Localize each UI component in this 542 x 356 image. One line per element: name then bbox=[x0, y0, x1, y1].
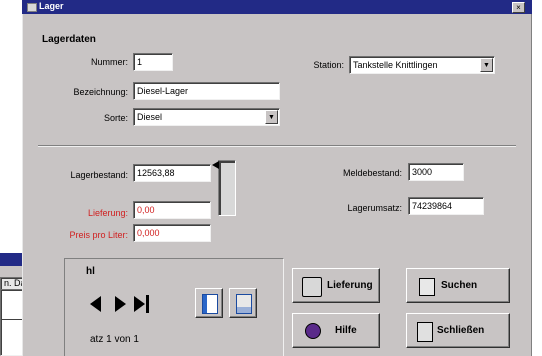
lieferung-label: Lieferung: bbox=[87, 208, 128, 218]
close-button[interactable]: × bbox=[512, 2, 525, 13]
last-record-button[interactable] bbox=[134, 296, 145, 312]
preis-label: Preis pro Liter: bbox=[69, 230, 128, 240]
nummer-field[interactable]: 1 bbox=[133, 53, 173, 71]
schliessen-button-label: Schließen bbox=[437, 325, 485, 336]
record-counter: atz 1 von 1 bbox=[90, 334, 139, 345]
app-icon bbox=[27, 3, 37, 12]
lieferung-button-label: Lieferung bbox=[327, 280, 373, 291]
new-record-button[interactable] bbox=[195, 288, 223, 318]
lagerumsatz-field[interactable]: 74239864 bbox=[408, 197, 484, 215]
window-title: Lager bbox=[39, 1, 64, 11]
meldebestand-label: Meldebestand: bbox=[342, 168, 402, 178]
chevron-down-icon[interactable]: ▼ bbox=[265, 110, 278, 124]
station-select[interactable]: Tankstelle Knittlingen ▼ bbox=[349, 56, 495, 74]
hilfe-button-label: Hilfe bbox=[335, 325, 357, 336]
clipboard-icon bbox=[236, 294, 252, 314]
lagerbestand-label: Lagerbestand: bbox=[70, 170, 128, 180]
suchen-button-label: Suchen bbox=[441, 280, 478, 291]
suchen-button[interactable]: Suchen bbox=[406, 268, 510, 303]
sorte-select[interactable]: Diesel ▼ bbox=[133, 108, 280, 126]
lagerbestand-field[interactable]: 12563,88 bbox=[133, 164, 211, 182]
close-icon: × bbox=[516, 3, 521, 12]
section-divider bbox=[38, 145, 516, 147]
delivery-icon bbox=[302, 277, 322, 297]
lieferung-button[interactable]: Lieferung bbox=[292, 268, 380, 303]
arrow-left-icon bbox=[212, 161, 219, 169]
station-label: Station: bbox=[313, 60, 344, 70]
sorte-label: Sorte: bbox=[103, 113, 128, 123]
previous-record-button[interactable] bbox=[90, 296, 101, 312]
window-titlebar[interactable]: Lager × bbox=[22, 0, 532, 14]
hilfe-button[interactable]: Hilfe bbox=[292, 313, 380, 348]
group-title: Lagerdaten bbox=[42, 34, 96, 45]
copy-record-button[interactable] bbox=[229, 288, 257, 318]
stock-level-indicator bbox=[218, 160, 236, 216]
lieferung-field[interactable]: 0,00 bbox=[133, 201, 211, 219]
schliessen-button[interactable]: Schließen bbox=[406, 313, 510, 348]
lagerumsatz-label: Lagerumsatz: bbox=[347, 203, 402, 213]
exit-icon bbox=[417, 322, 433, 342]
document-icon bbox=[202, 294, 218, 314]
lager-window: Lager × Lagerdaten Nummer: 1 Bezeichnung… bbox=[22, 0, 532, 356]
last-record-bar bbox=[146, 295, 149, 313]
bezeichnung-field[interactable]: Diesel-Lager bbox=[133, 82, 280, 100]
meldebestand-field[interactable]: 3000 bbox=[408, 163, 464, 181]
help-icon bbox=[305, 323, 321, 339]
bezeichnung-label: Bezeichnung: bbox=[73, 87, 128, 97]
search-icon bbox=[419, 278, 435, 296]
preis-field[interactable]: 0,000 bbox=[133, 224, 211, 242]
navigation-label: hl bbox=[86, 266, 95, 277]
nummer-label: Nummer: bbox=[90, 57, 128, 67]
chevron-down-icon[interactable]: ▼ bbox=[480, 58, 493, 72]
next-record-button[interactable] bbox=[115, 296, 126, 312]
